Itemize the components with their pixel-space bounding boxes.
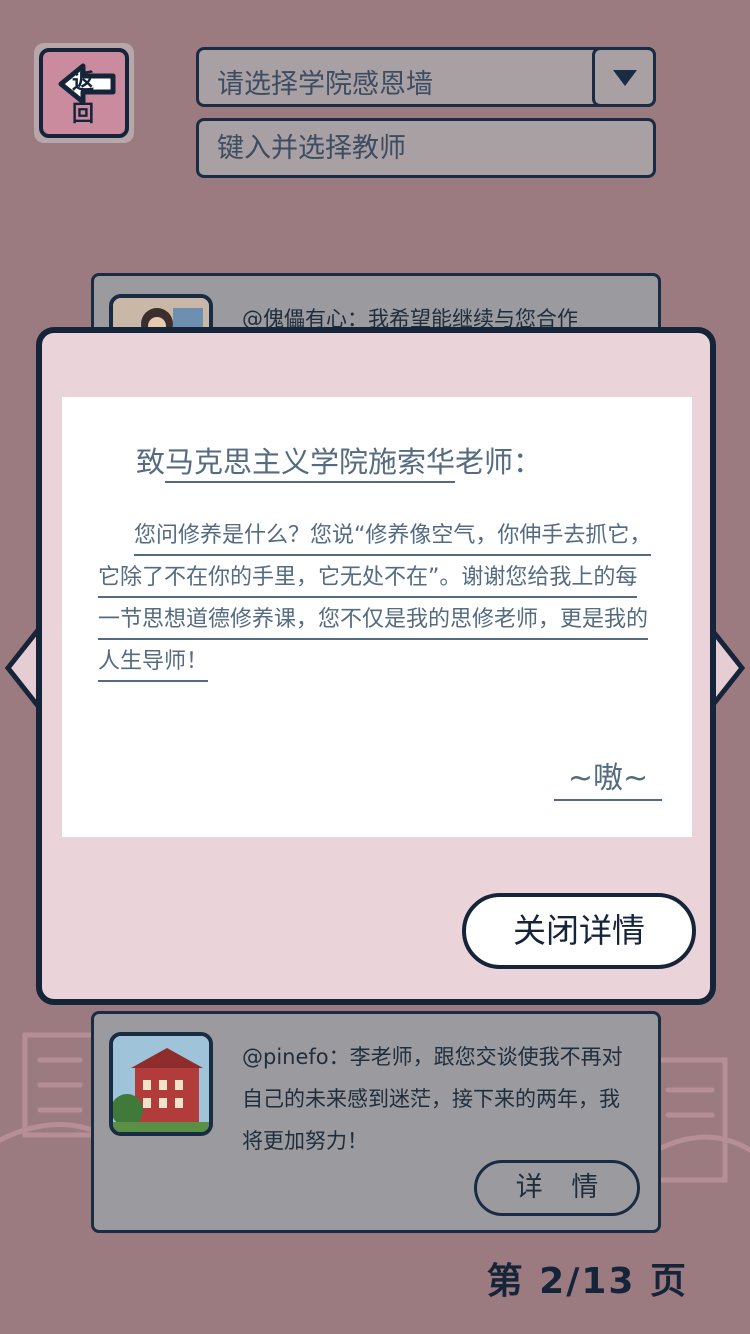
chevron-down-icon xyxy=(613,70,637,86)
back-button[interactable]: 返 回 xyxy=(34,43,134,143)
back-label: 返 回 xyxy=(71,70,104,127)
close-detail-button[interactable]: 关闭详情 xyxy=(462,893,696,969)
page-indicator: 第 2/13 页 xyxy=(486,1261,688,1302)
greeting-suffix: 老师： xyxy=(455,445,543,479)
college-select-value: 请选择学院感恩墙 xyxy=(217,69,433,100)
letter-body-text: 您问修养是什么？您说“修养像空气，你伸手去抓它，它除了不在你的手里，它无处不在”… xyxy=(98,523,652,682)
avatar xyxy=(109,1032,213,1136)
dropdown-toggle[interactable] xyxy=(592,47,656,107)
letter-signature: ~嗷~ xyxy=(554,753,662,801)
gratitude-card: @pinefo：李老师，跟您交谈使我不再对自己的未来感到迷茫，接下来的两年，我将… xyxy=(91,1011,661,1233)
card-message: @pinefo：李老师，跟您交谈使我不再对自己的未来感到迷茫，接下来的两年，我将… xyxy=(242,1045,623,1153)
detail-button[interactable]: 详 情 xyxy=(474,1160,640,1216)
previous-arrow-icon[interactable] xyxy=(4,628,40,708)
college-select[interactable]: 请选择学院感恩墙 xyxy=(196,47,656,107)
teacher-search-input[interactable] xyxy=(196,118,656,178)
letter-greeting: 致马克思主义学院施索华老师： xyxy=(136,439,543,483)
teacher-name: 施索华 xyxy=(368,445,456,483)
letter-body: 您问修养是什么？您说“修养像空气，你伸手去抓它，它除了不在你的手里，它无处不在”… xyxy=(98,515,652,683)
letter-paper: 致马克思主义学院施索华老师： 您问修养是什么？您说“修养像空气，你伸手去抓它，它… xyxy=(62,397,692,837)
greeting-prefix: 致 xyxy=(136,445,166,479)
letter-detail-modal: 致马克思主义学院施索华老师： 您问修养是什么？您说“修养像空气，你伸手去抓它，它… xyxy=(36,327,716,1005)
college-name: 马克思主义学院 xyxy=(165,445,369,483)
